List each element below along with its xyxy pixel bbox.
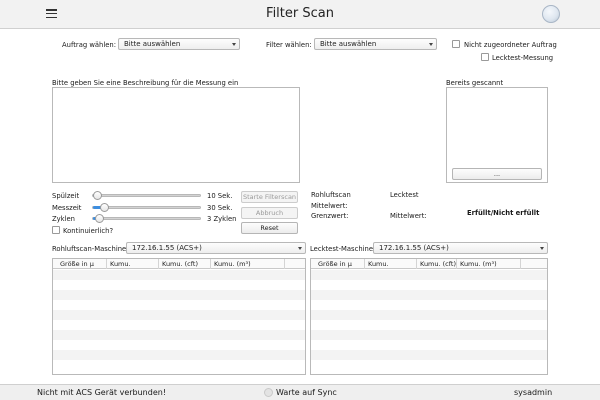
table-row	[311, 300, 547, 310]
auftrag-select[interactable]: Bitte auswählen	[118, 38, 240, 50]
auftrag-label: Auftrag wählen:	[62, 41, 117, 49]
lecktest-messung-label: Lecktest-Messung	[492, 54, 554, 62]
column-header[interactable]: Kumu.	[107, 259, 159, 269]
table-row	[53, 320, 305, 330]
chevron-down-icon	[232, 43, 236, 46]
table-row	[311, 360, 547, 370]
current-user: sysadmin	[514, 388, 553, 397]
start-filterscan-button[interactable]: Starte Filterscan	[241, 191, 298, 203]
kontinuierlich-label: Kontinuierlich?	[63, 227, 114, 235]
table-row	[311, 270, 547, 280]
rohluft-table-header: Größe in µ Kumu. Kumu. (cft) Kumu. (m³)	[53, 259, 305, 269]
scanned-label: Bereits gescannt	[446, 79, 504, 87]
rohluft-machine-select[interactable]: 172.16.1.55 (ACS+)	[126, 242, 306, 254]
sync-spinner-icon	[264, 388, 273, 397]
lecktest-machine-select[interactable]: 172.16.1.55 (ACS+)	[373, 242, 548, 254]
spuelzeit-slider-handle[interactable]	[93, 191, 102, 200]
table-row	[53, 300, 305, 310]
column-header[interactable]: Größe in µ	[53, 259, 107, 269]
filter-select-value: Bitte auswählen	[320, 40, 377, 48]
filter-label: Filter wählen:	[266, 41, 312, 49]
reset-button[interactable]: Reset	[241, 222, 298, 234]
rohluftscan-heading: Rohluftscan	[311, 191, 351, 199]
title-bar: Filter Scan	[0, 0, 600, 29]
connection-status-text: Nicht mit ACS Gerät verbunden!	[37, 388, 167, 397]
rohluft-machine-label: Rohluftscan-Maschine:	[52, 245, 129, 253]
kontinuierlich-checkbox[interactable]	[52, 226, 60, 234]
table-row	[53, 270, 305, 280]
table-row	[311, 350, 547, 360]
auftrag-select-value: Bitte auswählen	[124, 40, 181, 48]
scanned-more-button[interactable]: ...	[452, 168, 542, 180]
table-row	[311, 330, 547, 340]
zyklen-slider-handle[interactable]	[94, 214, 104, 223]
lecktest-messung-checkbox[interactable]	[481, 53, 489, 61]
lecktest-table[interactable]: Größe in µ Kumu. Kumu. (cft) Kumu. (m³)	[310, 258, 548, 375]
chevron-down-icon	[429, 43, 433, 46]
table-row	[53, 350, 305, 360]
nicht-zugeordnet-checkbox[interactable]	[452, 40, 460, 48]
table-row	[53, 360, 305, 370]
mittelwert-label: Mittelwert:	[311, 202, 348, 210]
table-row	[53, 310, 305, 320]
lecktest-heading: Lecktest	[390, 191, 419, 199]
description-label: Bitte geben Sie eine Beschreibung für di…	[52, 79, 239, 87]
zyklen-label: Zyklen	[52, 215, 75, 223]
description-textarea[interactable]	[52, 87, 300, 183]
nicht-zugeordnet-label: Nicht zugeordneter Auftrag	[464, 41, 557, 49]
lecktest-mittelwert-label: Mittelwert:	[390, 212, 427, 220]
lecktest-machine-value: 172.16.1.55 (ACS+)	[379, 244, 449, 252]
table-row	[311, 310, 547, 320]
spuelzeit-value: 10 Sek.	[207, 192, 233, 200]
lecktest-table-header: Größe in µ Kumu. Kumu. (cft) Kumu. (m³)	[311, 259, 547, 269]
table-row	[311, 290, 547, 300]
column-header[interactable]: Kumu. (cft)	[159, 259, 211, 269]
scanned-list[interactable]: ...	[446, 87, 548, 183]
erfuellt-status: Erfüllt/Nicht erfüllt	[467, 209, 540, 217]
status-bar: Nicht mit ACS Gerät verbunden! Warte auf…	[0, 384, 600, 400]
table-row	[311, 340, 547, 350]
chevron-down-icon	[298, 247, 302, 250]
spuelzeit-slider[interactable]	[92, 191, 201, 200]
column-header[interactable]: Kumu. (m³)	[211, 259, 285, 269]
messzeit-slider[interactable]	[92, 203, 201, 212]
filter-select[interactable]: Bitte auswählen	[314, 38, 437, 50]
spuelzeit-label: Spülzeit	[52, 192, 80, 200]
messzeit-slider-handle[interactable]	[99, 203, 109, 212]
lecktest-machine-label: Lecktest-Maschine:	[310, 245, 376, 253]
table-row	[53, 330, 305, 340]
connection-status-icon	[542, 5, 560, 23]
column-header[interactable]: Größe in µ	[311, 259, 365, 269]
grenzwert-label: Grenzwert:	[311, 212, 349, 220]
zyklen-value: 3 Zyklen	[207, 215, 237, 223]
column-header[interactable]: Kumu.	[365, 259, 417, 269]
table-row	[311, 320, 547, 330]
column-header[interactable]: Kumu. (cft)	[417, 259, 457, 269]
table-row	[53, 340, 305, 350]
messzeit-value: 30 Sek.	[207, 204, 233, 212]
chevron-down-icon	[540, 247, 544, 250]
table-row	[53, 280, 305, 290]
page-title: Filter Scan	[266, 6, 334, 21]
table-row	[53, 290, 305, 300]
table-row	[311, 280, 547, 290]
zyklen-slider[interactable]	[92, 214, 201, 223]
messzeit-label: Messzeit	[52, 204, 82, 212]
abort-button[interactable]: Abbruch	[241, 207, 298, 219]
rohluft-machine-value: 172.16.1.55 (ACS+)	[132, 244, 202, 252]
column-header[interactable]: Kumu. (m³)	[457, 259, 521, 269]
rohluft-table[interactable]: Größe in µ Kumu. Kumu. (cft) Kumu. (m³)	[52, 258, 306, 375]
sync-status-text: Warte auf Sync	[276, 388, 337, 397]
